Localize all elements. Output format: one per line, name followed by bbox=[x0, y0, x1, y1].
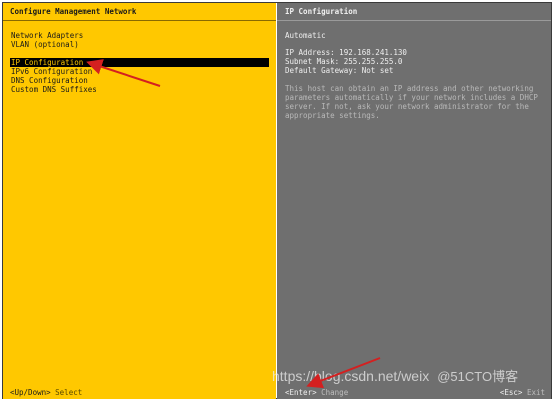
select-label: Select bbox=[55, 388, 83, 397]
watermark-url: https://blog.csdn.net/weix bbox=[272, 368, 430, 384]
watermark-brand: @51CTO博客 bbox=[437, 369, 519, 384]
right-panel-title: IP Configuration bbox=[285, 7, 358, 16]
change-hint: <Enter> Change bbox=[285, 388, 348, 397]
up-down-key: <Up/Down> bbox=[10, 388, 51, 397]
config-menu: Network Adapters VLAN (optional) IP Conf… bbox=[10, 31, 269, 94]
divider bbox=[3, 20, 276, 21]
menu-item-network-adapters[interactable]: Network Adapters bbox=[10, 31, 269, 40]
esc-key: <Esc> bbox=[499, 388, 523, 397]
exit-hint: <Esc> Exit bbox=[500, 388, 545, 397]
help-text: This host can obtain an IP address and o… bbox=[285, 84, 538, 120]
left-panel-title: Configure Management Network bbox=[10, 7, 137, 16]
default-gateway: Default Gateway: Not set bbox=[285, 66, 394, 75]
menu-item-dns-configuration[interactable]: DNS Configuration bbox=[10, 76, 269, 85]
select-hint: <Up/Down> Select bbox=[10, 388, 82, 397]
left-panel: Configure Management Network Network Ada… bbox=[3, 3, 276, 399]
menu-item-custom-dns-suffixes[interactable]: Custom DNS Suffixes bbox=[10, 85, 269, 94]
change-label: Change bbox=[321, 388, 349, 397]
menu-item-vlan[interactable]: VLAN (optional) bbox=[10, 40, 269, 49]
watermark: https://blog.csdn.net/weix @51CTO博客 bbox=[272, 369, 519, 384]
divider bbox=[277, 20, 551, 21]
right-panel: IP Configuration Automatic IP Address: 1… bbox=[277, 3, 551, 399]
ip-address: IP Address: 192.168.241.130 bbox=[285, 48, 407, 57]
subnet-mask: Subnet Mask: 255.255.255.0 bbox=[285, 57, 403, 66]
menu-item-ip-configuration[interactable]: IP Configuration bbox=[10, 58, 269, 67]
exit-label: Exit bbox=[526, 388, 545, 397]
ip-mode: Automatic bbox=[285, 31, 326, 40]
ip-details: IP Address: 192.168.241.130 Subnet Mask:… bbox=[285, 48, 407, 75]
enter-key: <Enter> bbox=[285, 388, 317, 397]
menu-item-ipv6-configuration[interactable]: IPv6 Configuration bbox=[10, 67, 269, 76]
